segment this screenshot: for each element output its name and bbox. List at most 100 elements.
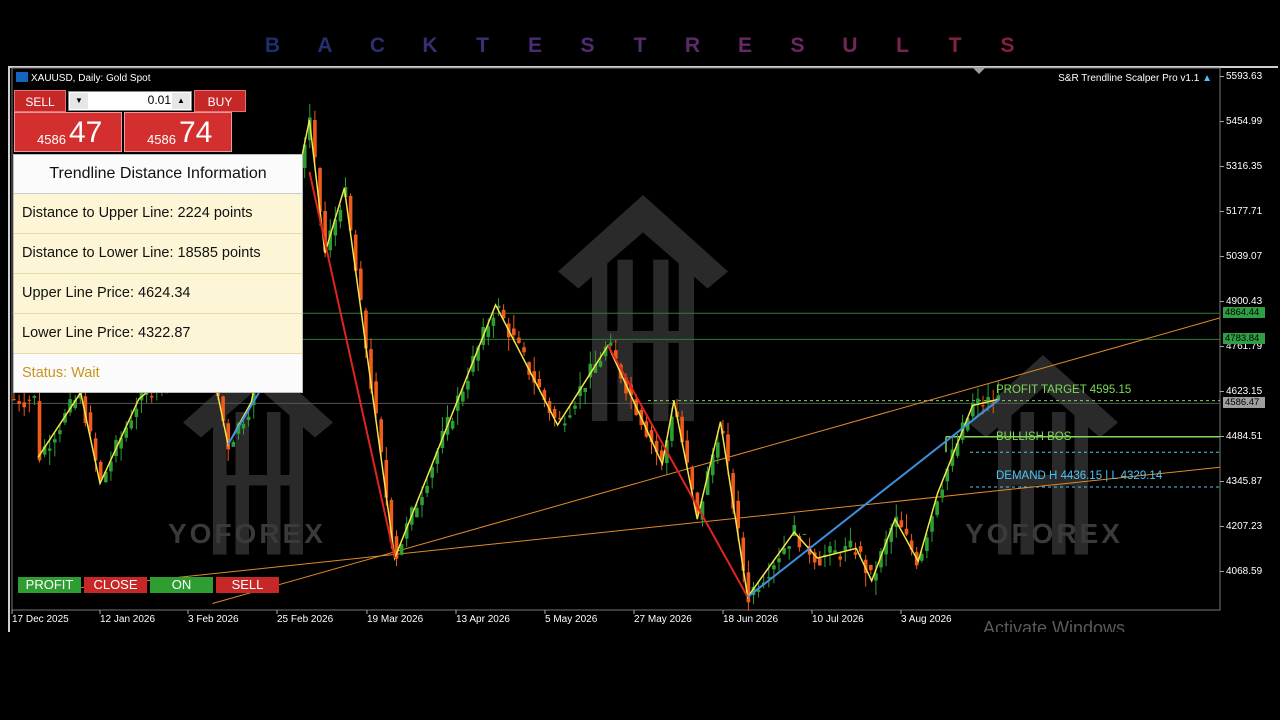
candle-body [88, 412, 93, 432]
x-tick-label: 3 Aug 2026 [901, 614, 952, 625]
close-button[interactable]: CLOSE [84, 577, 147, 593]
candle-body [935, 501, 939, 516]
bullish-bos-label: BULLISH BOS [996, 431, 1072, 443]
chart-shift-marker-icon [973, 68, 985, 74]
graduation-cap-icon: ▲ [1202, 73, 1212, 84]
x-tick-label: 12 Jan 2026 [100, 614, 156, 625]
candle-body [828, 546, 832, 553]
x-tick-label: 13 Apr 2026 [456, 614, 510, 625]
candle-body [450, 420, 455, 429]
y-tick-label: 4207.23 [1226, 520, 1263, 532]
info-row-lower-distance: Distance to Lower Line: 18585 points [14, 234, 302, 274]
candle-body [818, 558, 822, 566]
chart-window-icon [16, 72, 28, 82]
candle-body [517, 337, 521, 343]
candle-body [838, 556, 842, 560]
candle-body [904, 528, 909, 535]
candle-body [522, 347, 526, 353]
candle-body [58, 430, 62, 435]
y-tick-label: 4623.15 [1226, 385, 1263, 397]
candle-body [32, 395, 37, 398]
candle-body [37, 401, 42, 461]
candle-body [53, 439, 57, 443]
sell-price-small: 4586 [37, 132, 66, 147]
y-tick-label: 4345.87 [1226, 475, 1263, 487]
watermark-text-right: YOFOREX [965, 518, 1123, 549]
candle-body [338, 210, 343, 222]
candle-body [981, 405, 985, 407]
info-panel-title: Trendline Distance Information [14, 155, 302, 194]
y-tick-label: 4900.43 [1226, 295, 1263, 307]
candle-body [772, 565, 776, 570]
x-tick-label: 5 May 2026 [545, 614, 598, 625]
candle-body [12, 399, 16, 401]
price-tag: 4783.84 [1223, 333, 1265, 345]
trendline [212, 317, 1221, 604]
y-tick-label: 5039.07 [1226, 250, 1263, 262]
candle-body [425, 486, 429, 494]
lot-size-input[interactable]: ▼ 0.01 ▲ [68, 91, 192, 111]
candle-body [246, 416, 251, 421]
chart-symbol-label: XAUUSD, Daily: Gold Spot [16, 72, 151, 84]
candle-body [563, 423, 567, 426]
candle-body [787, 546, 791, 549]
sell-price-big: 47 [69, 116, 103, 149]
candle-body [802, 533, 807, 535]
profit-target-label: PROFIT TARGET 4595.15 [996, 384, 1132, 396]
candle-body [573, 405, 577, 409]
status-text: Status: Wait [14, 354, 302, 392]
lot-size-value[interactable]: 0.01 [89, 93, 171, 107]
symbol-text: XAUUSD, Daily: Gold Spot [31, 73, 151, 84]
info-row-lower-price: Lower Line Price: 4322.87 [14, 314, 302, 354]
bullish-swing-line [747, 398, 1001, 598]
candle-body [461, 391, 465, 402]
watermark-logo-center [558, 195, 728, 422]
y-tick-label: 4484.51 [1226, 430, 1263, 442]
candle-body [925, 537, 929, 552]
candle-body [415, 507, 419, 518]
sell-price-button[interactable]: 4586 47 [14, 112, 122, 152]
lot-decrease-arrow-icon[interactable]: ▼ [70, 93, 88, 109]
x-tick-label: 18 Jun 2026 [723, 614, 779, 625]
candle-body [853, 552, 858, 555]
candle-body [976, 398, 980, 404]
watermark-text-left: YOFOREX [168, 518, 326, 549]
candle-body [726, 434, 730, 462]
price-tag: 4864.44 [1223, 307, 1265, 319]
price-tag: 4586.47 [1223, 397, 1265, 409]
candle-body [17, 401, 21, 405]
candle-body [491, 317, 496, 326]
x-tick-label: 27 May 2026 [634, 614, 692, 625]
sell-button[interactable]: SELL [14, 90, 66, 112]
lot-increase-arrow-icon[interactable]: ▲ [172, 93, 190, 109]
demand-zone-label: DEMAND H 4436.15 | L 4329.14 [996, 470, 1163, 482]
bearish-swing-line [607, 345, 749, 598]
candle-body [899, 520, 904, 528]
y-tick-label: 5177.71 [1226, 205, 1263, 217]
activate-windows-notice: Activate Windows [983, 618, 1126, 632]
candle-body [231, 441, 236, 447]
candle-body [848, 540, 853, 548]
buy-price-small: 4586 [147, 132, 176, 147]
buy-button[interactable]: BUY [194, 90, 246, 112]
on-toggle-button[interactable]: ON [150, 577, 213, 593]
candle-body [583, 387, 587, 392]
candle-body [129, 420, 134, 429]
candle-body [241, 423, 246, 429]
one-click-trading-panel: SELL ▼ 0.01 ▲ BUY 4586 47 4586 74 [14, 90, 246, 154]
candle-body [47, 448, 52, 451]
candle-body [22, 402, 26, 408]
candle-body [598, 361, 603, 367]
y-tick-label: 4068.59 [1226, 565, 1263, 577]
candle-body [149, 396, 154, 398]
buy-price-big: 74 [179, 116, 213, 149]
auto-sell-button[interactable]: SELL [216, 577, 279, 593]
x-tick-label: 10 Jul 2026 [812, 614, 864, 625]
candle-body [716, 442, 720, 458]
candle-body [512, 328, 516, 336]
candle-body [858, 546, 863, 552]
candle-body [466, 381, 470, 390]
profit-button[interactable]: PROFIT [18, 577, 81, 593]
buy-price-button[interactable]: 4586 74 [124, 112, 232, 152]
candle-body [27, 399, 32, 401]
